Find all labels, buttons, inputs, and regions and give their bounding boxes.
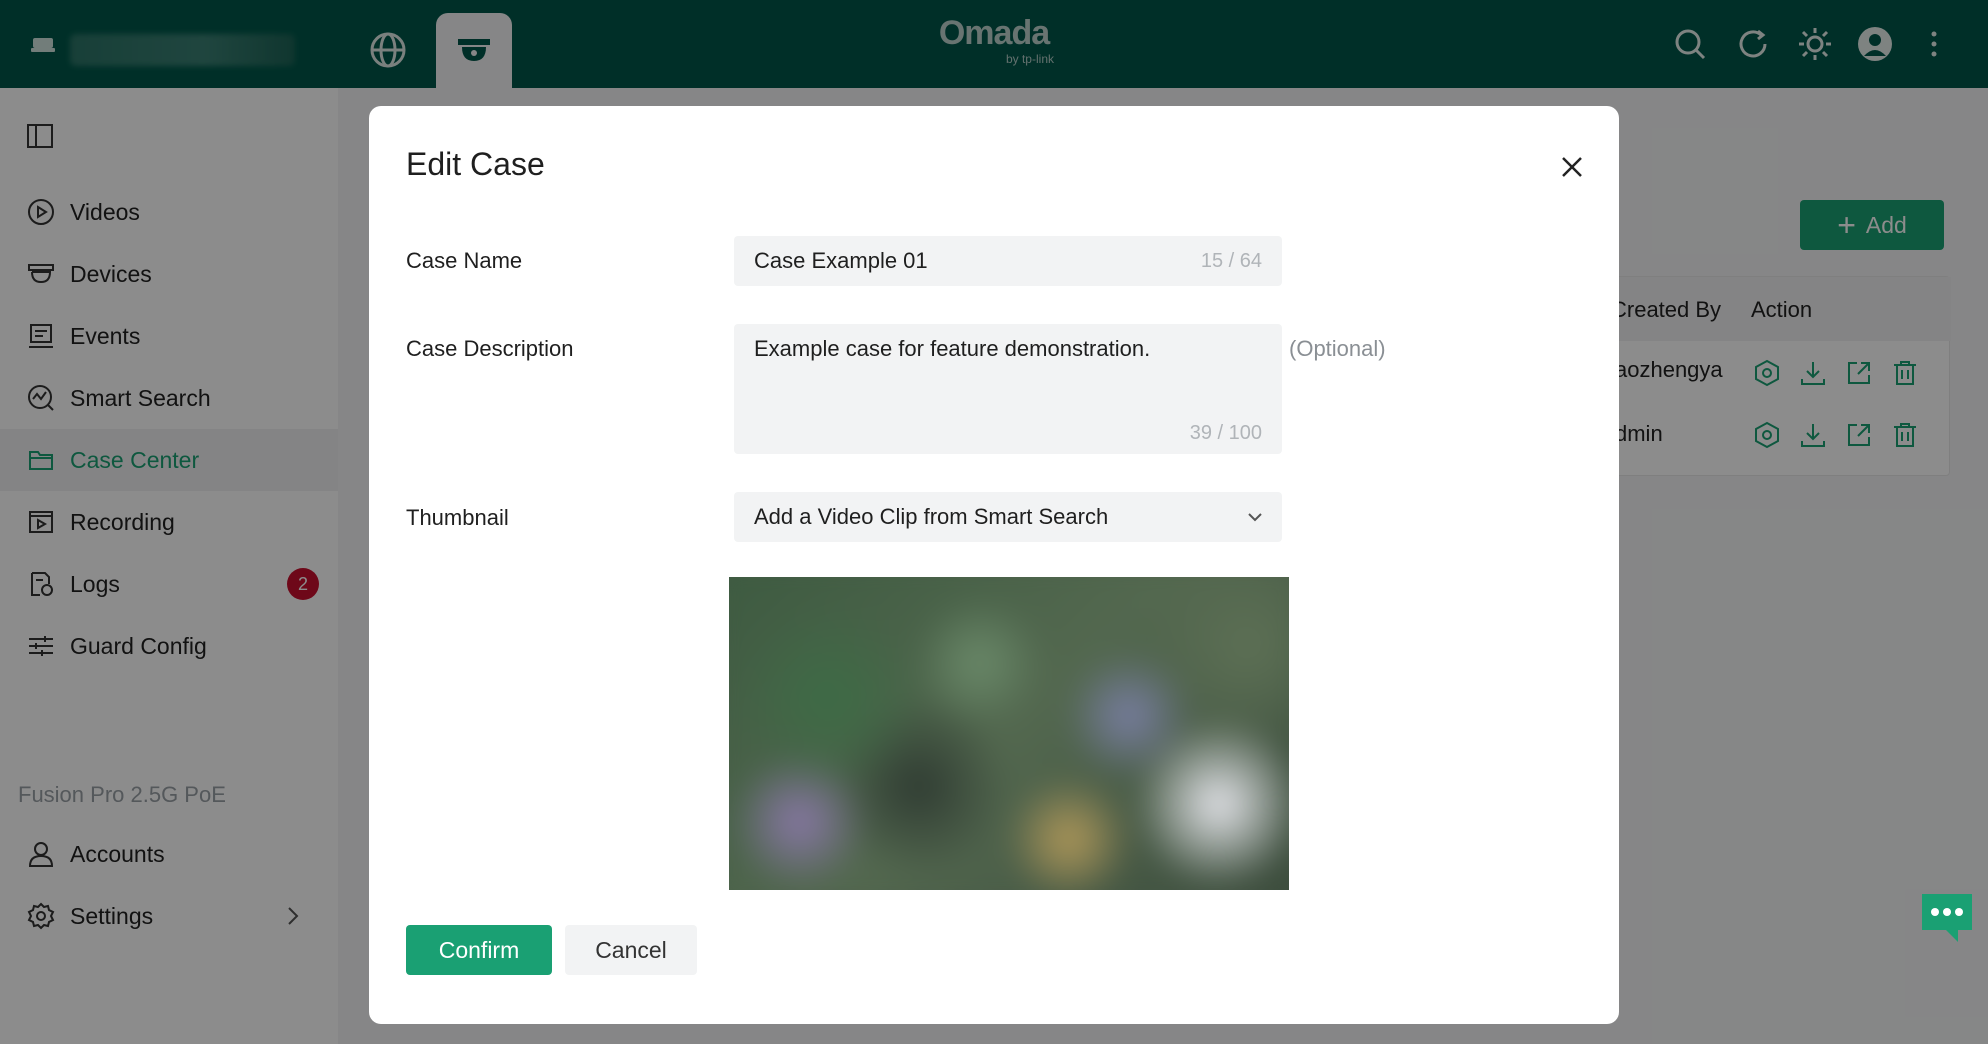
thumbnail-select-value: Add a Video Clip from Smart Search xyxy=(754,504,1109,529)
optional-hint: (Optional) xyxy=(1289,336,1386,361)
chat-icon[interactable] xyxy=(1918,890,1976,946)
modal-title: Edit Case xyxy=(406,146,545,182)
chevron-down-icon xyxy=(1248,513,1262,522)
thumbnail-label: Thumbnail xyxy=(406,505,509,530)
case-name-label: Case Name xyxy=(406,248,523,273)
edit-case-modal: Edit Case Case Name Case Example 01 15 /… xyxy=(369,106,1619,1024)
case-description-value: Example case for feature demonstration. xyxy=(754,336,1151,361)
thumbnail-preview xyxy=(729,577,1289,890)
case-description-textarea[interactable]: Example case for feature demonstration. … xyxy=(734,324,1282,454)
cancel-button[interactable]: Cancel xyxy=(565,925,697,975)
close-icon[interactable] xyxy=(1557,152,1587,182)
case-name-count: 15 / 64 xyxy=(1200,250,1262,272)
thumbnail-select[interactable]: Add a Video Clip from Smart Search xyxy=(734,492,1282,542)
case-name-input[interactable]: Case Example 01 15 / 64 xyxy=(734,236,1282,286)
confirm-button[interactable]: Confirm xyxy=(406,925,552,975)
case-description-count: 39 / 100 xyxy=(1189,422,1262,444)
case-name-value: Case Example 01 xyxy=(754,248,928,273)
case-description-label: Case Description xyxy=(406,336,574,361)
